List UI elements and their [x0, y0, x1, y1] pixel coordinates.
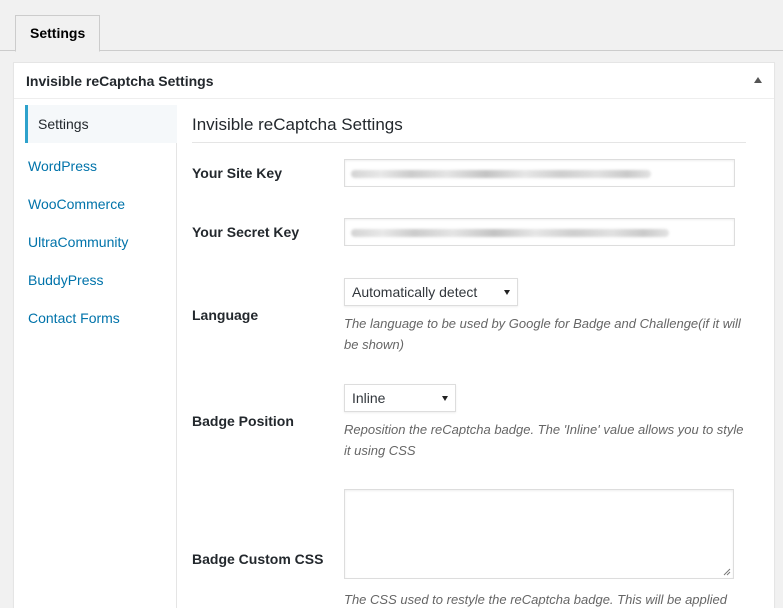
- redacted-value: [351, 229, 669, 237]
- badge-position-description: Reposition the reCaptcha badge. The 'Inl…: [344, 422, 744, 458]
- redacted-value: [351, 170, 651, 178]
- badge-css-label: Badge Custom CSS: [192, 551, 324, 567]
- settings-sidebar: Settings WordPress WooCommerce UltraComm…: [25, 105, 177, 608]
- badge-css-description: The CSS used to restyle the reCaptcha ba…: [344, 592, 727, 607]
- chevron-down-icon: [442, 396, 448, 401]
- triangle-up-icon[interactable]: [754, 77, 762, 83]
- sidebar-item-buddypress[interactable]: BuddyPress: [25, 261, 177, 299]
- chevron-down-icon: [504, 290, 510, 295]
- settings-panel: Invisible reCaptcha Settings Settings Wo…: [13, 62, 775, 608]
- language-select-value: Automatically detect: [352, 284, 478, 300]
- badge-position-select[interactable]: Inline: [344, 384, 456, 412]
- settings-tabs: Settings: [0, 0, 783, 52]
- sidebar-item-ultracommunity[interactable]: UltraCommunity: [25, 223, 177, 261]
- language-select[interactable]: Automatically detect: [344, 278, 518, 306]
- badge-css-textarea[interactable]: [344, 489, 734, 579]
- sidebar-item-woocommerce[interactable]: WooCommerce: [25, 185, 177, 223]
- resize-handle-icon[interactable]: [723, 568, 731, 576]
- badge-position-select-value: Inline: [352, 390, 386, 406]
- language-description: The language to be used by Google for Ba…: [344, 316, 741, 352]
- site-key-input[interactable]: [344, 159, 735, 187]
- sidebar-item-contact-forms[interactable]: Contact Forms: [25, 299, 177, 337]
- badge-position-label: Badge Position: [192, 413, 294, 429]
- section-title: Invisible reCaptcha Settings: [192, 115, 403, 134]
- panel-title: Invisible reCaptcha Settings: [26, 73, 214, 89]
- panel-header: Invisible reCaptcha Settings: [14, 63, 774, 99]
- sidebar-item-settings[interactable]: Settings: [25, 105, 177, 143]
- sidebar-item-wordpress[interactable]: WordPress: [25, 147, 177, 185]
- secret-key-input[interactable]: [344, 218, 735, 246]
- title-divider: [192, 142, 746, 143]
- secret-key-label: Your Secret Key: [192, 224, 300, 240]
- site-key-label: Your Site Key: [192, 165, 282, 181]
- language-label: Language: [192, 307, 259, 323]
- tab-settings[interactable]: Settings: [15, 15, 101, 52]
